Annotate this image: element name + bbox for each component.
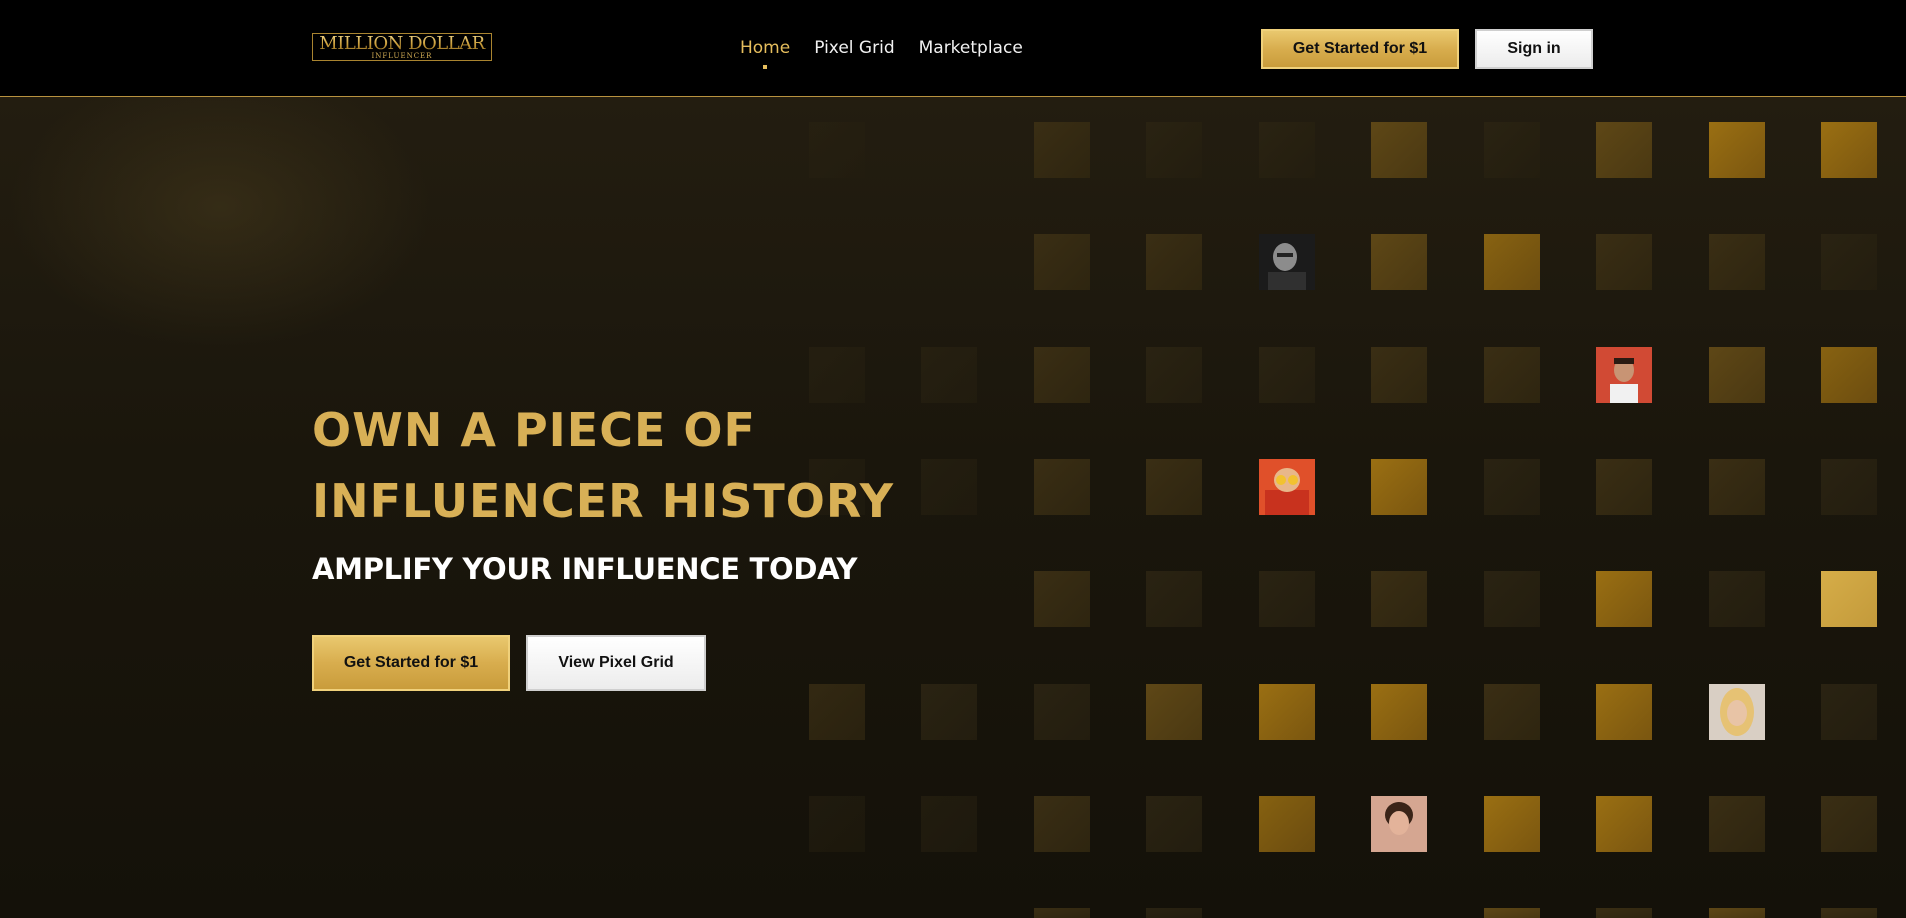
view-pixel-grid-button[interactable]: View Pixel Grid	[526, 635, 706, 691]
grid-tile	[921, 459, 977, 515]
grid-tile	[1484, 684, 1540, 740]
grid-tile	[1371, 684, 1427, 740]
grid-tile	[1821, 122, 1877, 178]
grid-tile	[1034, 796, 1090, 852]
influencer-photo-5	[1371, 796, 1427, 852]
grid-tile	[1821, 796, 1877, 852]
grid-tile	[1146, 459, 1202, 515]
grid-tile	[1034, 347, 1090, 403]
nav-link-marketplace[interactable]: Marketplace	[919, 37, 1023, 59]
grid-tile	[1709, 908, 1765, 918]
button-label: Sign in	[1507, 40, 1561, 57]
influencer-photo-2	[1596, 347, 1652, 403]
grid-tile	[1709, 796, 1765, 852]
grid-tile	[809, 796, 865, 852]
grid-tile	[1034, 122, 1090, 178]
grid-tile	[1371, 234, 1427, 290]
grid-tile	[1034, 684, 1090, 740]
grid-tile	[1596, 459, 1652, 515]
grid-tile	[1596, 571, 1652, 627]
grid-tile	[1484, 459, 1540, 515]
grid-tile	[1259, 684, 1315, 740]
navbar: MILLION DOLLAR INFLUENCER Home Pixel Gri…	[0, 0, 1906, 97]
hero-title-line-1: OWN A PIECE OF	[312, 403, 756, 457]
grid-tile	[1146, 122, 1202, 178]
grid-tile	[1821, 571, 1877, 627]
grid-tile	[1821, 684, 1877, 740]
grid-tile	[809, 122, 865, 178]
grid-tile	[1484, 908, 1540, 918]
grid-tile	[1821, 347, 1877, 403]
nav-link-label: Pixel Grid	[814, 38, 895, 58]
grid-tile	[1146, 908, 1202, 918]
grid-tile	[1034, 459, 1090, 515]
influencer-photo-1	[1259, 234, 1315, 290]
logo-main-text: MILLION DOLLAR	[313, 34, 491, 53]
grid-tile	[1709, 459, 1765, 515]
grid-tile	[1821, 908, 1877, 918]
grid-tile	[1146, 234, 1202, 290]
grid-tile	[1596, 908, 1652, 918]
grid-tile	[1484, 796, 1540, 852]
grid-tile	[1596, 234, 1652, 290]
button-label: Get Started for $1	[1292, 40, 1428, 57]
sign-in-button[interactable]: Sign in	[1475, 29, 1593, 69]
grid-tile	[1371, 122, 1427, 178]
grid-tile	[1146, 796, 1202, 852]
grid-tile	[1709, 347, 1765, 403]
grid-tile	[1371, 571, 1427, 627]
grid-tile	[1709, 571, 1765, 627]
logo-sub-text: INFLUENCER	[371, 52, 433, 60]
grid-tile	[1596, 796, 1652, 852]
grid-tile	[1709, 234, 1765, 290]
grid-tile	[1259, 122, 1315, 178]
grid-tile	[1821, 234, 1877, 290]
nav-link-label: Home	[740, 38, 791, 58]
hero-section: OWN A PIECE OF INFLUENCER HISTORY AMPLIF…	[312, 395, 894, 691]
nav-link-pixel-grid[interactable]: Pixel Grid	[814, 37, 894, 59]
grid-tile	[1484, 234, 1540, 290]
grid-tile	[1484, 347, 1540, 403]
brand-logo[interactable]: MILLION DOLLAR INFLUENCER	[312, 33, 492, 61]
grid-tile	[1484, 571, 1540, 627]
nav-link-label: Marketplace	[918, 38, 1023, 58]
grid-tile	[1034, 908, 1090, 918]
grid-tile	[921, 684, 977, 740]
grid-tile	[1596, 122, 1652, 178]
grid-tile	[1596, 684, 1652, 740]
main-nav: Home Pixel Grid Marketplace	[740, 37, 1023, 69]
active-indicator	[763, 65, 768, 69]
grid-tile	[1821, 459, 1877, 515]
grid-tile	[921, 796, 977, 852]
influencer-photo-4	[1709, 684, 1765, 740]
grid-tile	[1259, 796, 1315, 852]
grid-tile	[809, 684, 865, 740]
pixel-grid-background	[809, 122, 1877, 918]
grid-tile	[1371, 347, 1427, 403]
nav-link-home[interactable]: Home	[740, 37, 791, 69]
hero-subtitle: AMPLIFY YOUR INFLUENCE TODAY	[312, 552, 858, 586]
grid-tile	[1034, 234, 1090, 290]
influencer-photo-3	[1259, 459, 1315, 515]
grid-tile	[1146, 571, 1202, 627]
grid-tile	[1484, 122, 1540, 178]
button-label: Get Started for $1	[343, 654, 479, 671]
grid-tile	[1371, 459, 1427, 515]
grid-tile	[921, 347, 977, 403]
grid-tile	[1259, 347, 1315, 403]
grid-tile	[1259, 571, 1315, 627]
grid-tile	[1146, 347, 1202, 403]
grid-tile	[1709, 122, 1765, 178]
hero-title-line-2: INFLUENCER HISTORY	[312, 474, 895, 528]
page: MILLION DOLLAR INFLUENCER Home Pixel Gri…	[0, 0, 1906, 918]
button-label: View Pixel Grid	[558, 654, 674, 671]
hero-get-started-button[interactable]: Get Started for $1	[312, 635, 510, 691]
grid-tile	[1146, 684, 1202, 740]
get-started-button[interactable]: Get Started for $1	[1261, 29, 1459, 69]
grid-tile	[1034, 571, 1090, 627]
hero-title: OWN A PIECE OF INFLUENCER HISTORY	[312, 395, 894, 537]
